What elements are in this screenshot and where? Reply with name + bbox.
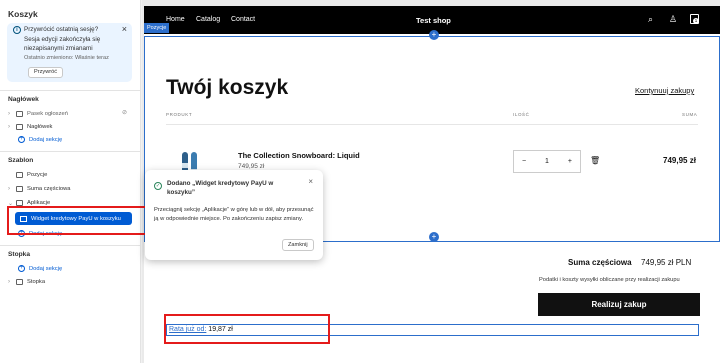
nav-link-home[interactable]: Home bbox=[166, 16, 185, 23]
sidebar-item-label: Stopka bbox=[27, 279, 46, 285]
col-product: PRODUKT bbox=[166, 112, 193, 117]
cart-icon[interactable]: 1 bbox=[690, 14, 699, 24]
highlight-box-widget bbox=[164, 314, 330, 344]
sidebar-item-label: Nagłówek bbox=[27, 124, 53, 130]
store-brand[interactable]: Test shop bbox=[416, 16, 451, 25]
divider bbox=[0, 151, 141, 152]
plus-circle-icon: + bbox=[18, 265, 25, 272]
account-icon[interactable]: ♙ bbox=[669, 14, 677, 25]
close-icon[interactable]: × bbox=[122, 24, 127, 34]
section-header-title: Nagłówek bbox=[8, 96, 39, 103]
subtotal-value: 749,95 zł PLN bbox=[641, 258, 692, 267]
section-footer-title: Stopka bbox=[8, 251, 30, 258]
quantity-value[interactable]: 1 bbox=[545, 158, 549, 165]
subtotal-label: Suma częściowa bbox=[568, 258, 632, 267]
check-circle-icon: ✓ bbox=[154, 182, 162, 190]
toast-body: Przeciągnij sekcję „Aplikacje” w górę lu… bbox=[154, 207, 314, 222]
close-button[interactable]: Zamknij bbox=[282, 239, 314, 251]
sidebar-item-label: Pozycje bbox=[27, 172, 48, 178]
chevron-right-icon[interactable]: › bbox=[8, 124, 16, 130]
quantity-stepper[interactable]: − 1 + bbox=[513, 150, 581, 173]
taxes-note: Podatki i koszty wysyłki obliczane przy … bbox=[539, 277, 680, 283]
section-icon bbox=[16, 172, 23, 178]
section-template-title: Szablon bbox=[8, 157, 34, 164]
nav-link-catalog[interactable]: Catalog bbox=[196, 16, 220, 23]
section-icon bbox=[16, 279, 23, 285]
section-icon bbox=[16, 111, 23, 117]
continue-shopping-link[interactable]: Kontynuuj zakupy bbox=[635, 86, 694, 95]
line-total: 749,95 zł bbox=[663, 156, 696, 165]
section-icon bbox=[16, 124, 23, 130]
col-total: SUMA bbox=[682, 112, 698, 117]
add-section-header[interactable]: + Dodaj sekcję bbox=[18, 136, 62, 143]
banner-body: Sesja edycji zakończyła się niezapisanym… bbox=[24, 36, 101, 52]
chevron-right-icon[interactable]: › bbox=[8, 186, 16, 192]
sidebar-item-label: Suma częściowa bbox=[27, 186, 71, 192]
add-section-dot-top[interactable]: + bbox=[429, 30, 439, 40]
info-icon: i bbox=[13, 26, 21, 34]
add-section-dot-bottom[interactable]: + bbox=[429, 232, 439, 242]
sidebar-item-items[interactable]: Pozycje bbox=[8, 170, 47, 180]
product-price: 749,95 zł bbox=[238, 163, 265, 170]
banner-title: Przywrócić ostatnią sesję? bbox=[24, 26, 99, 33]
restore-button[interactable]: Przywróć bbox=[28, 67, 63, 78]
divider bbox=[166, 124, 698, 125]
editor-sidebar: Koszyk i Przywrócić ostatnią sesję? × Se… bbox=[0, 0, 141, 363]
toast-title: Dodano „Widget kredytowy PayU w koszyku” bbox=[167, 180, 274, 196]
cart-count: 1 bbox=[693, 18, 699, 24]
section-added-toast: ✓ Dodano „Widget kredytowy PayU w koszyk… bbox=[145, 170, 323, 260]
trash-icon[interactable]: 🗑 bbox=[590, 156, 600, 165]
col-quantity: ILOŚĆ bbox=[513, 112, 530, 117]
close-icon[interactable]: × bbox=[308, 177, 313, 186]
divider bbox=[0, 90, 141, 91]
search-icon[interactable]: ⌕ bbox=[648, 14, 653, 25]
checkout-button[interactable]: Realizuj zakup bbox=[538, 293, 700, 316]
sidebar-item-subtotal[interactable]: › Suma częściowa bbox=[8, 184, 71, 194]
plus-circle-icon: + bbox=[18, 136, 25, 143]
sidebar-item-header[interactable]: › Nagłówek bbox=[8, 122, 52, 132]
add-section-label: Dodaj sekcję bbox=[29, 265, 63, 272]
sidebar-title: Koszyk bbox=[8, 9, 38, 19]
chevron-right-icon[interactable]: › bbox=[8, 279, 16, 285]
plus-icon[interactable]: + bbox=[568, 158, 572, 165]
highlight-box-sidebar bbox=[7, 206, 150, 235]
product-name[interactable]: The Collection Snowboard: Liquid bbox=[238, 151, 360, 160]
divider bbox=[0, 245, 141, 246]
section-tag: Pozycje bbox=[144, 23, 170, 33]
add-section-label: Dodaj sekcję bbox=[29, 136, 63, 143]
banner-status: Ostatnio zmieniono: Właśnie teraz bbox=[24, 55, 109, 61]
restore-session-banner: i Przywrócić ostatnią sesję? × Sesja edy… bbox=[7, 23, 132, 82]
add-section-footer[interactable]: + Dodaj sekcję bbox=[18, 265, 62, 272]
nav-link-contact[interactable]: Contact bbox=[231, 16, 255, 23]
sidebar-item-label: Pasek ogłoszeń bbox=[27, 111, 68, 117]
chevron-right-icon[interactable]: › bbox=[8, 111, 16, 117]
eye-hidden-icon[interactable]: ⊘ bbox=[122, 109, 127, 116]
sidebar-item-announcement-bar[interactable]: › Pasek ogłoszeń bbox=[8, 109, 68, 119]
cart-title: Twój koszyk bbox=[166, 76, 289, 99]
section-icon bbox=[16, 186, 23, 192]
sidebar-item-footer[interactable]: › Stopka bbox=[8, 277, 45, 287]
minus-icon[interactable]: − bbox=[522, 158, 526, 165]
